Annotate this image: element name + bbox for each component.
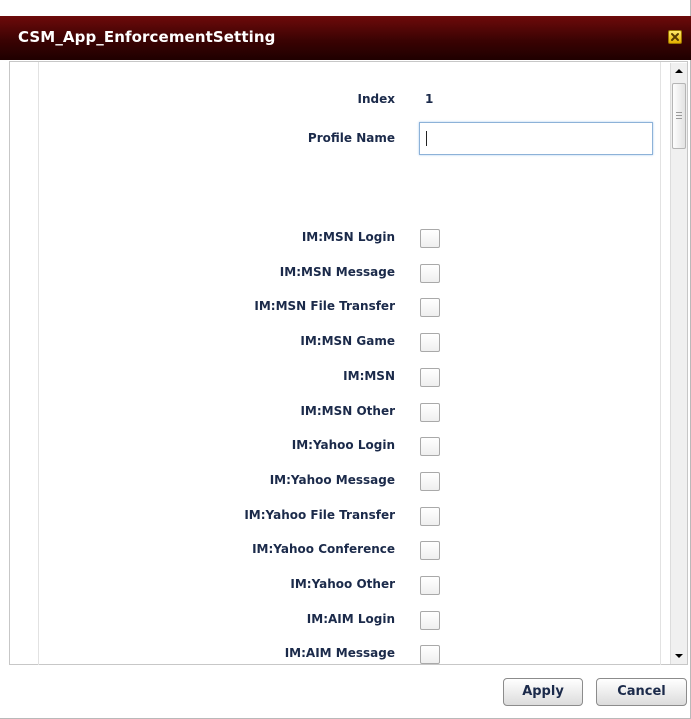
- checkbox-label: IM:Yahoo Message: [269, 472, 395, 487]
- form-panel: Index 1 Profile Name IM:MSN Login IM:MSN …: [9, 61, 688, 665]
- dialog-title: CSM_App_EnforcementSetting: [18, 28, 276, 46]
- checkbox-label: IM:Yahoo Other: [290, 577, 395, 591]
- form-scroll-area: Index 1 Profile Name IM:MSN Login IM:MSN …: [38, 62, 661, 665]
- checkbox-row: IM:AIM Login: [39, 603, 660, 637]
- text-caret: [426, 131, 427, 146]
- checkbox-label: IM:MSN: [343, 368, 395, 383]
- checkbox-row: IM:Yahoo Login: [39, 429, 660, 463]
- checkbox[interactable]: [420, 367, 440, 387]
- checkbox-label: IM:MSN File Transfer: [254, 299, 395, 314]
- grip-line: [676, 118, 682, 119]
- enforcement-setting-dialog: CSM_App_EnforcementSetting Index 1 Profi…: [0, 0, 691, 719]
- checkbox-row: IM:MSN Other: [39, 395, 660, 429]
- checkbox[interactable]: [420, 471, 440, 491]
- checkbox[interactable]: [420, 437, 440, 457]
- apply-button[interactable]: Apply: [503, 678, 583, 706]
- checkbox[interactable]: [420, 576, 440, 595]
- cancel-button[interactable]: Cancel: [596, 678, 687, 706]
- checkbox[interactable]: [420, 610, 440, 630]
- grip-line: [676, 112, 682, 113]
- checkbox[interactable]: [420, 298, 440, 318]
- checkbox-label: IM:MSN Other: [300, 403, 395, 418]
- checkbox-row: IM:MSN Game: [39, 325, 660, 359]
- checkbox-label: IM:Yahoo File Transfer: [244, 507, 395, 522]
- checkbox-label: IM:MSN Game: [300, 334, 395, 349]
- checkbox-row: IM:Yahoo Conference: [39, 533, 660, 567]
- index-label: Index: [357, 92, 395, 106]
- checkbox-label: IM:MSN Login: [301, 230, 395, 244]
- profile-name-label: Profile Name: [307, 131, 395, 145]
- checkbox[interactable]: [420, 402, 440, 422]
- scroll-up-arrow-icon[interactable]: [671, 63, 687, 80]
- checkbox-label: IM:AIM Message: [284, 646, 395, 661]
- checkbox-row: IM:AIM Message: [39, 637, 660, 665]
- checkbox-label: IM:Yahoo Conference: [252, 542, 395, 557]
- grip-line: [676, 115, 682, 116]
- checkbox-row: IM:MSN File Transfer: [39, 290, 660, 324]
- checkbox[interactable]: [420, 645, 440, 665]
- index-value: 1: [425, 92, 434, 106]
- checkbox[interactable]: [420, 263, 440, 283]
- profile-name-input[interactable]: [419, 122, 653, 155]
- scroll-down-arrow-icon[interactable]: [671, 647, 687, 664]
- checkbox-label: IM:MSN Message: [279, 264, 395, 279]
- checkbox-row: IM:MSN Login: [39, 221, 660, 255]
- profile-name-row: Profile Name: [39, 121, 660, 155]
- checkbox-label: IM:Yahoo Login: [291, 438, 395, 453]
- checkbox[interactable]: [420, 229, 440, 248]
- checkbox[interactable]: [420, 333, 440, 353]
- checkbox-row: IM:Yahoo Other: [39, 568, 660, 602]
- checkbox-row: IM:MSN Message: [39, 256, 660, 290]
- checkbox-row: IM:Yahoo File Transfer: [39, 499, 660, 533]
- close-icon[interactable]: [668, 30, 682, 44]
- checkbox[interactable]: [420, 541, 440, 561]
- checkbox-row: IM:MSN: [39, 360, 660, 394]
- checkbox-row: IM:Yahoo Message: [39, 464, 660, 498]
- dialog-titlebar[interactable]: CSM_App_EnforcementSetting: [0, 16, 691, 60]
- checkbox-label: IM:AIM Login: [306, 611, 395, 626]
- vertical-scrollbar[interactable]: [670, 63, 687, 664]
- scrollbar-thumb[interactable]: [672, 83, 686, 149]
- checkbox[interactable]: [420, 506, 440, 526]
- index-row: Index 1: [39, 83, 660, 117]
